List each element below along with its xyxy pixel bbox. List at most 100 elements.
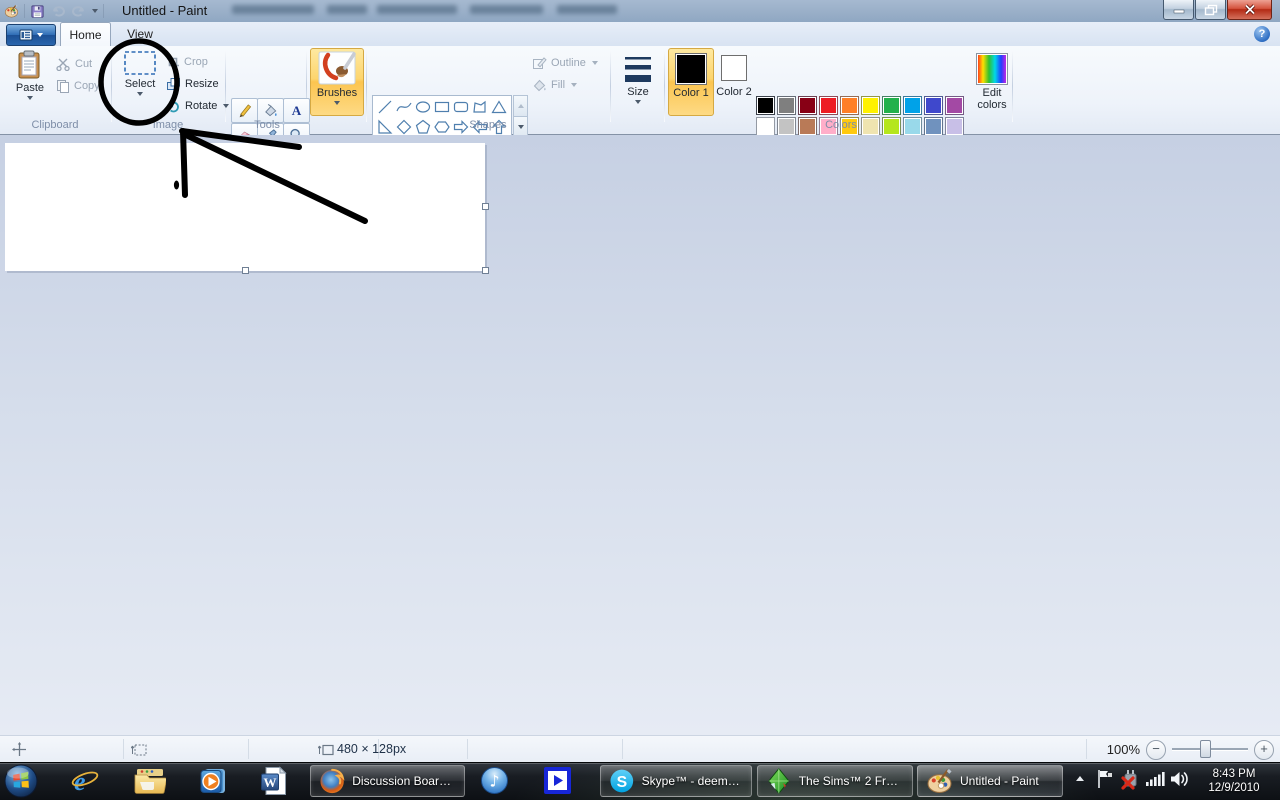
itunes-icon[interactable]: ♪ <box>480 766 509 795</box>
svg-text:S: S <box>617 774 628 791</box>
skype-icon: S <box>609 768 635 794</box>
save-button[interactable] <box>30 4 45 19</box>
palette-swatch-efe4b0[interactable] <box>861 117 880 136</box>
palette-swatch-b97a57[interactable] <box>798 117 817 136</box>
shape-right-arrow[interactable] <box>452 118 470 136</box>
background-title-blur <box>557 5 617 14</box>
image-group-label: Image <box>153 119 184 131</box>
shape-oval[interactable] <box>414 98 432 116</box>
taskbar-button-paint[interactable]: Untitled - Paint <box>917 765 1063 797</box>
palette-swatch-3f48cc[interactable] <box>924 96 943 115</box>
palette-swatch-ff7f27[interactable] <box>840 96 859 115</box>
taskbar-button-firefox[interactable]: Discussion Board ... <box>310 765 465 797</box>
brushes-button[interactable]: Brushes <box>310 48 364 116</box>
taskbar-button-skype[interactable]: S Skype™ - deema... <box>600 765 752 797</box>
palette-swatch-c8bfe7[interactable] <box>945 117 964 136</box>
svg-text:♪: ♪ <box>489 772 499 791</box>
palette-swatch-ed1c24[interactable] <box>819 96 838 115</box>
network-signal-bars-icon[interactable] <box>1145 771 1165 787</box>
volume-speaker-icon[interactable] <box>1170 770 1190 788</box>
power-plug-error-icon[interactable] <box>1120 768 1140 790</box>
palette-swatch-a349a4[interactable] <box>945 96 964 115</box>
shape-triangle[interactable] <box>490 98 508 116</box>
zoom-slider-thumb[interactable] <box>1200 740 1211 758</box>
copy-button[interactable]: Copy <box>56 77 100 95</box>
shape-rounded-rectangle[interactable] <box>452 98 470 116</box>
undo-button[interactable] <box>50 4 66 18</box>
palette-swatch-c3c3c3[interactable] <box>777 117 796 136</box>
background-title-blur <box>327 5 367 14</box>
fill-button[interactable]: Fill <box>532 76 577 94</box>
canvas-resize-handle-right[interactable] <box>482 203 489 210</box>
help-icon[interactable]: ? <box>1254 26 1270 42</box>
shape-polygon[interactable] <box>471 98 489 116</box>
taskbar-button-label: Untitled - Paint <box>960 774 1039 788</box>
application-menu-button[interactable] <box>6 24 56 46</box>
crop-button[interactable]: Crop <box>166 53 208 71</box>
shape-curve[interactable] <box>395 98 413 116</box>
qat-separator <box>103 4 104 18</box>
size-lines-icon <box>624 54 652 84</box>
color1-swatch <box>675 53 707 85</box>
windows-explorer-icon[interactable] <box>134 768 166 794</box>
shape-line[interactable] <box>376 98 394 116</box>
palette-swatch-fff200[interactable] <box>861 96 880 115</box>
minimize-button[interactable] <box>1163 0 1194 20</box>
drawing-canvas[interactable] <box>5 143 485 271</box>
close-button[interactable] <box>1227 0 1272 20</box>
resize-button[interactable]: Resize <box>166 75 219 93</box>
polygon-icon <box>472 99 488 115</box>
image-size-icon <box>318 742 334 757</box>
background-title-blur <box>377 5 457 14</box>
selection-size-icon <box>131 742 147 757</box>
color1-button[interactable]: Color 1 <box>668 48 714 116</box>
shape-right-triangle[interactable] <box>376 118 394 136</box>
windows-media-player-icon[interactable] <box>198 766 228 796</box>
redo-button[interactable] <box>71 4 87 18</box>
tools-group-label: Tools <box>254 119 280 131</box>
shapes-scroll-up-button[interactable] <box>513 95 528 117</box>
triangle-icon <box>491 99 507 115</box>
word-icon[interactable]: W <box>260 766 288 796</box>
select-button[interactable]: Select <box>116 50 164 96</box>
canvas-resize-handle-corner[interactable] <box>482 267 489 274</box>
palette-swatch-99d9ea[interactable] <box>903 117 922 136</box>
rotate-button[interactable]: Rotate <box>166 97 229 115</box>
shape-hexagon[interactable] <box>433 118 451 136</box>
taskbar-button-sims[interactable]: The Sims™ 2 Free... <box>757 765 913 797</box>
size-button[interactable]: Size <box>616 48 660 114</box>
shape-pentagon[interactable] <box>414 118 432 136</box>
tab-view[interactable]: View <box>115 22 165 46</box>
outline-button[interactable]: Outline <box>532 54 598 72</box>
palette-swatch-b5e61d[interactable] <box>882 117 901 136</box>
palette-swatch-7f7f7f[interactable] <box>777 96 796 115</box>
edit-colors-button[interactable]: Edit colors <box>966 48 1018 114</box>
tab-home[interactable]: Home <box>60 22 111 47</box>
palette-swatch-22b14c[interactable] <box>882 96 901 115</box>
paste-button[interactable]: Paste <box>8 50 52 100</box>
palette-swatch-880015[interactable] <box>798 96 817 115</box>
restore-button[interactable] <box>1195 0 1226 20</box>
fill-dropdown-icon <box>571 83 577 87</box>
shape-diamond[interactable] <box>395 118 413 136</box>
taskbar-clock[interactable]: 8:43 PM 12/9/2010 <box>1196 767 1272 795</box>
shape-rectangle[interactable] <box>433 98 451 116</box>
palette-swatch-ffffff[interactable] <box>756 117 775 136</box>
media-player-classic-icon[interactable] <box>543 766 572 795</box>
start-button[interactable] <box>3 763 39 799</box>
action-center-flag-icon[interactable] <box>1096 769 1114 789</box>
palette-swatch-7092be[interactable] <box>924 117 943 136</box>
brush-icon <box>318 51 356 85</box>
cut-button[interactable]: Cut <box>56 55 92 73</box>
zoom-in-button[interactable]: + <box>1254 740 1274 760</box>
text-tool-button[interactable]: A <box>283 98 310 123</box>
internet-explorer-icon[interactable]: e <box>70 766 100 796</box>
canvas-resize-handle-bottom[interactable] <box>242 267 249 274</box>
qat-customize-dropdown-icon[interactable] <box>92 9 98 13</box>
palette-swatch-00a2e8[interactable] <box>903 96 922 115</box>
palette-swatch-000000[interactable] <box>756 96 775 115</box>
zoom-out-button[interactable]: − <box>1146 740 1166 760</box>
color2-button[interactable]: Color 2 <box>714 48 754 114</box>
show-hidden-icons-button[interactable] <box>1076 776 1084 781</box>
right-triangle-icon <box>377 119 393 135</box>
